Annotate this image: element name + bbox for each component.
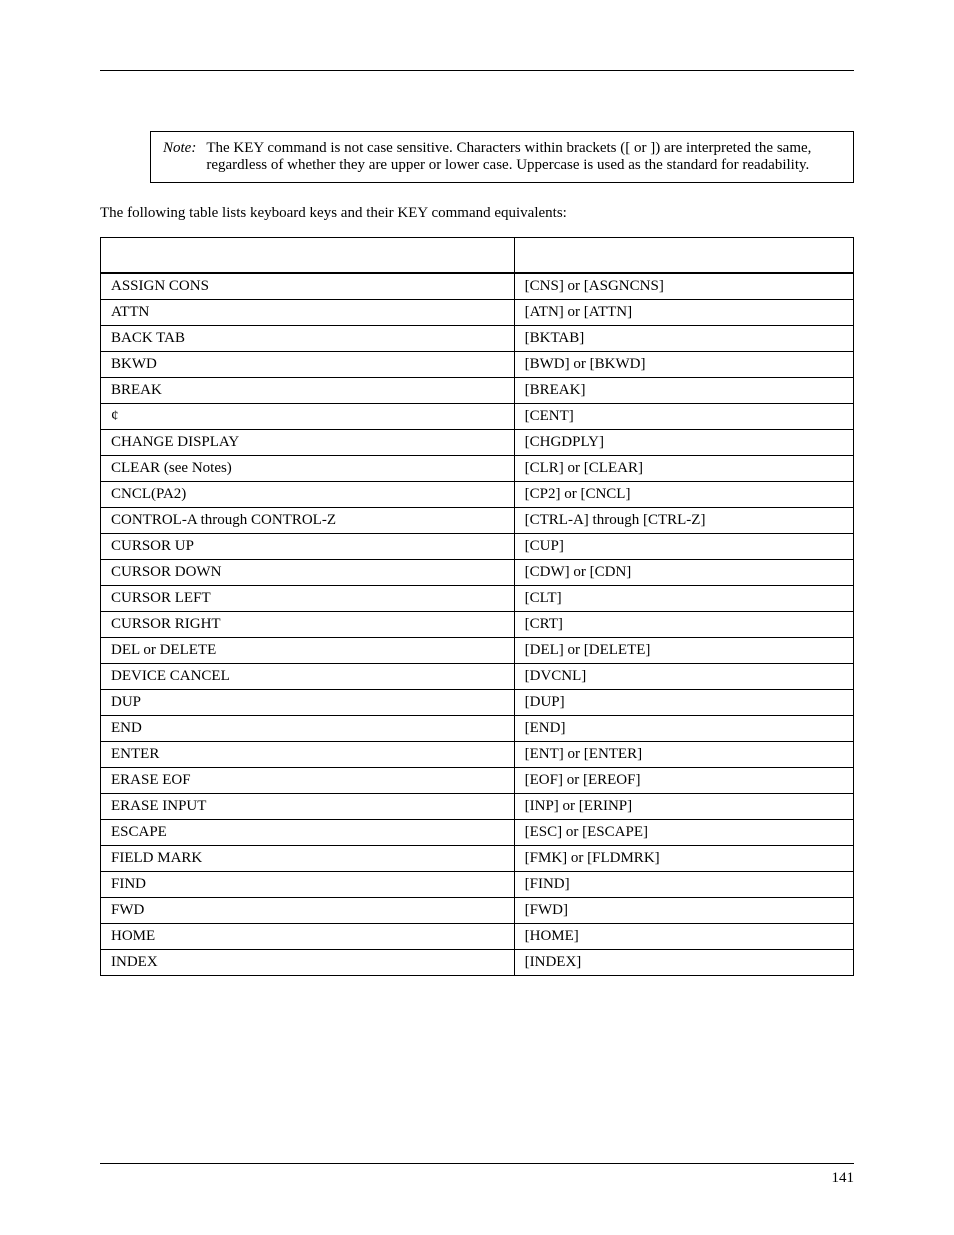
key-command-cell: [CP2] or [CNCL] xyxy=(514,482,853,508)
key-table: ASSIGN CONS[CNS] or [ASGNCNS]ATTN[ATN] o… xyxy=(100,237,854,976)
key-command-cell: [CHGDPLY] xyxy=(514,430,853,456)
key-command-cell: [CLT] xyxy=(514,586,853,612)
key-name-cell: BKWD xyxy=(101,352,515,378)
table-header-col1 xyxy=(101,238,515,274)
table-row: CONTROL-A through CONTROL-Z[CTRL-A] thro… xyxy=(101,508,854,534)
table-row: DEL or DELETE[DEL] or [DELETE] xyxy=(101,638,854,664)
key-command-cell: [CUP] xyxy=(514,534,853,560)
table-row: ESCAPE[ESC] or [ESCAPE] xyxy=(101,820,854,846)
key-command-cell: [CNS] or [ASGNCNS] xyxy=(514,273,853,300)
table-row: ¢[CENT] xyxy=(101,404,854,430)
table-row: CHANGE DISPLAY[CHGDPLY] xyxy=(101,430,854,456)
key-command-cell: [EOF] or [EREOF] xyxy=(514,768,853,794)
key-name-cell: CURSOR DOWN xyxy=(101,560,515,586)
table-row: CURSOR RIGHT[CRT] xyxy=(101,612,854,638)
key-name-cell: HOME xyxy=(101,924,515,950)
key-name-cell: CNCL(PA2) xyxy=(101,482,515,508)
table-row: FWD[FWD] xyxy=(101,898,854,924)
table-row: CNCL(PA2)[CP2] or [CNCL] xyxy=(101,482,854,508)
table-row: BACK TAB[BKTAB] xyxy=(101,326,854,352)
key-command-cell: [FIND] xyxy=(514,872,853,898)
key-command-cell: [FMK] or [FLDMRK] xyxy=(514,846,853,872)
table-row: ENTER[ENT] or [ENTER] xyxy=(101,742,854,768)
table-row: DUP[DUP] xyxy=(101,690,854,716)
key-name-cell: CURSOR LEFT xyxy=(101,586,515,612)
table-row: END[END] xyxy=(101,716,854,742)
key-command-cell: [CRT] xyxy=(514,612,853,638)
key-name-cell: END xyxy=(101,716,515,742)
key-name-cell: ATTN xyxy=(101,300,515,326)
key-command-cell: [BREAK] xyxy=(514,378,853,404)
key-name-cell: ASSIGN CONS xyxy=(101,273,515,300)
key-name-cell: ¢ xyxy=(101,404,515,430)
table-row: BREAK[BREAK] xyxy=(101,378,854,404)
key-name-cell: DEL or DELETE xyxy=(101,638,515,664)
key-command-cell: [CTRL-A] through [CTRL-Z] xyxy=(514,508,853,534)
table-row: ASSIGN CONS[CNS] or [ASGNCNS] xyxy=(101,273,854,300)
key-name-cell: DUP xyxy=(101,690,515,716)
intro-text: The following table lists keyboard keys … xyxy=(100,203,854,223)
table-header-col2 xyxy=(514,238,853,274)
key-command-cell: [INDEX] xyxy=(514,950,853,976)
table-header-row xyxy=(101,238,854,274)
table-row: CURSOR UP[CUP] xyxy=(101,534,854,560)
note-label: Note: xyxy=(163,140,206,156)
top-rule xyxy=(100,70,854,71)
key-name-cell: FIND xyxy=(101,872,515,898)
table-row: HOME[HOME] xyxy=(101,924,854,950)
key-name-cell: FWD xyxy=(101,898,515,924)
key-name-cell: INDEX xyxy=(101,950,515,976)
key-name-cell: ENTER xyxy=(101,742,515,768)
key-command-cell: [DUP] xyxy=(514,690,853,716)
key-command-cell: [ATN] or [ATTN] xyxy=(514,300,853,326)
key-name-cell: CLEAR (see Notes) xyxy=(101,456,515,482)
table-row: ERASE EOF[EOF] or [EREOF] xyxy=(101,768,854,794)
key-command-cell: [DEL] or [DELETE] xyxy=(514,638,853,664)
table-row: CLEAR (see Notes)[CLR] or [CLEAR] xyxy=(101,456,854,482)
key-command-cell: [CDW] or [CDN] xyxy=(514,560,853,586)
table-row: ERASE INPUT[INP] or [ERINP] xyxy=(101,794,854,820)
key-command-cell: [ESC] or [ESCAPE] xyxy=(514,820,853,846)
table-row: ATTN[ATN] or [ATTN] xyxy=(101,300,854,326)
table-row: BKWD[BWD] or [BKWD] xyxy=(101,352,854,378)
table-row: DEVICE CANCEL[DVCNL] xyxy=(101,664,854,690)
table-row: CURSOR LEFT[CLT] xyxy=(101,586,854,612)
key-command-cell: [BKTAB] xyxy=(514,326,853,352)
note-box: Note: The KEY command is not case sensit… xyxy=(150,131,854,183)
key-name-cell: FIELD MARK xyxy=(101,846,515,872)
key-name-cell: CHANGE DISPLAY xyxy=(101,430,515,456)
key-command-cell: [FWD] xyxy=(514,898,853,924)
key-command-cell: [CLR] or [CLEAR] xyxy=(514,456,853,482)
note-text: The KEY command is not case sensitive. C… xyxy=(206,140,841,174)
key-name-cell: ERASE INPUT xyxy=(101,794,515,820)
key-name-cell: ESCAPE xyxy=(101,820,515,846)
table-row: CURSOR DOWN[CDW] or [CDN] xyxy=(101,560,854,586)
key-command-cell: [DVCNL] xyxy=(514,664,853,690)
key-command-cell: [BWD] or [BKWD] xyxy=(514,352,853,378)
key-command-cell: [ENT] or [ENTER] xyxy=(514,742,853,768)
key-name-cell: ERASE EOF xyxy=(101,768,515,794)
page-number: 141 xyxy=(832,1170,855,1186)
key-command-cell: [HOME] xyxy=(514,924,853,950)
table-row: INDEX[INDEX] xyxy=(101,950,854,976)
key-name-cell: CURSOR UP xyxy=(101,534,515,560)
key-name-cell: DEVICE CANCEL xyxy=(101,664,515,690)
page: Note: The KEY command is not case sensit… xyxy=(0,0,954,1235)
key-command-cell: [END] xyxy=(514,716,853,742)
key-command-cell: [INP] or [ERINP] xyxy=(514,794,853,820)
key-name-cell: CURSOR RIGHT xyxy=(101,612,515,638)
key-name-cell: CONTROL-A through CONTROL-Z xyxy=(101,508,515,534)
key-command-cell: [CENT] xyxy=(514,404,853,430)
page-footer: 141 xyxy=(100,1163,854,1187)
table-row: FIND[FIND] xyxy=(101,872,854,898)
table-row: FIELD MARK[FMK] or [FLDMRK] xyxy=(101,846,854,872)
key-name-cell: BACK TAB xyxy=(101,326,515,352)
key-name-cell: BREAK xyxy=(101,378,515,404)
